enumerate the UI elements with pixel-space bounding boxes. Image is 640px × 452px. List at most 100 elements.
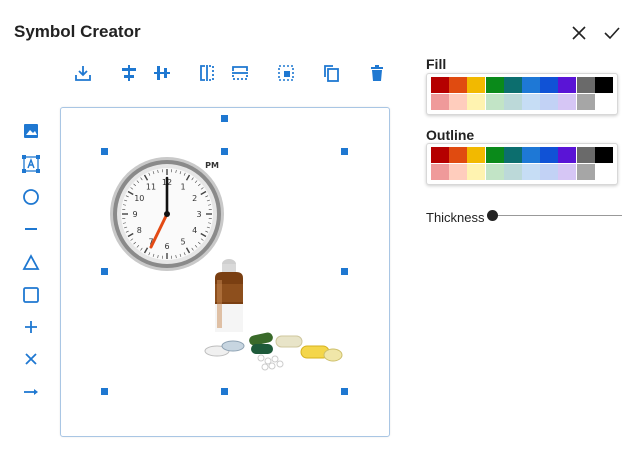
outline-color-swatch[interactable] (558, 164, 577, 180)
fill-color-swatch[interactable] (503, 94, 522, 110)
clock-medicine-image[interactable]: 121234567891011 PM (101, 148, 349, 396)
arrow-icon (24, 389, 38, 395)
clock-icon: 121234567891011 PM (110, 157, 224, 271)
outline-color-swatch[interactable] (503, 147, 522, 163)
plus-icon (25, 321, 37, 333)
fill-palette (426, 73, 618, 115)
clock-number: 6 (164, 242, 169, 251)
add-plus-tool[interactable] (19, 315, 43, 339)
add-image-tool[interactable] (19, 119, 43, 143)
close-icon (572, 26, 586, 40)
outline-color-swatch[interactable] (594, 147, 613, 163)
add-arrow-tool[interactable] (19, 380, 43, 404)
outline-color-swatch[interactable] (485, 147, 504, 163)
medicine-bottle-icon (215, 259, 243, 332)
outline-color-swatch[interactable] (485, 164, 504, 180)
align-vertical-button[interactable] (150, 61, 174, 85)
outline-color-swatch[interactable] (540, 147, 559, 163)
clock-number: 3 (196, 210, 201, 219)
outline-label: Outline (426, 127, 475, 143)
symbol-canvas[interactable]: 121234567891011 PM (60, 107, 390, 437)
outline-color-swatch[interactable] (540, 164, 559, 180)
add-line-tool[interactable] (19, 217, 43, 241)
fill-color-swatch[interactable] (467, 94, 486, 110)
cross-icon (25, 353, 37, 365)
outline-color-swatch[interactable] (431, 164, 449, 180)
flip-vertical-icon (232, 66, 248, 80)
clock-number: 10 (134, 194, 144, 203)
fill-color-swatch[interactable] (522, 77, 540, 93)
check-icon (604, 27, 620, 40)
square-icon (23, 287, 39, 303)
clock-number: 5 (180, 238, 185, 247)
outline-color-swatch[interactable] (522, 164, 540, 180)
outline-palette (426, 143, 618, 185)
clock-number: 11 (146, 182, 156, 191)
pills-icon (204, 332, 343, 371)
triangle-icon (22, 254, 40, 270)
outline-color-swatch[interactable] (467, 147, 486, 163)
fill-color-swatch[interactable] (540, 94, 559, 110)
fill-label: Fill (426, 56, 447, 72)
rotate-handle[interactable] (221, 115, 228, 122)
outline-color-swatch[interactable] (503, 164, 522, 180)
fill-color-swatch[interactable] (449, 77, 468, 93)
line-icon (25, 228, 37, 230)
fill-color-swatch[interactable] (431, 77, 449, 93)
fill-color-swatch[interactable] (576, 77, 595, 93)
fill-color-swatch[interactable] (485, 77, 504, 93)
add-square-tool[interactable] (19, 283, 43, 307)
align-horizontal-button[interactable] (117, 61, 141, 85)
thickness-slider-track[interactable] (492, 215, 622, 216)
outline-color-swatch[interactable] (467, 164, 486, 180)
add-circle-tool[interactable] (19, 185, 43, 209)
text-box-icon (22, 155, 40, 173)
fill-color-swatch[interactable] (594, 94, 613, 110)
clock-number: 4 (192, 226, 197, 235)
add-triangle-tool[interactable] (19, 251, 43, 275)
fill-color-swatch[interactable] (467, 77, 486, 93)
copy-icon (324, 65, 339, 82)
flip-horizontal-icon (200, 65, 214, 81)
outline-color-swatch[interactable] (594, 164, 613, 180)
outline-color-swatch[interactable] (558, 147, 577, 163)
group-button[interactable] (274, 61, 298, 85)
flip-vertical-button[interactable] (228, 61, 252, 85)
outline-color-swatch[interactable] (449, 147, 468, 163)
fill-color-swatch[interactable] (540, 77, 559, 93)
outline-color-swatch[interactable] (522, 147, 540, 163)
dialog-title: Symbol Creator (14, 22, 141, 41)
fill-color-swatch[interactable] (522, 94, 540, 110)
group-icon (278, 65, 294, 81)
fill-color-swatch[interactable] (485, 94, 504, 110)
delete-button[interactable] (365, 61, 389, 85)
copy-button[interactable] (319, 61, 343, 85)
image-icon (24, 124, 38, 138)
outline-color-swatch[interactable] (576, 164, 595, 180)
thickness-slider-knob[interactable] (487, 210, 498, 221)
fill-color-swatch[interactable] (449, 94, 468, 110)
close-button[interactable] (568, 22, 590, 44)
fill-color-swatch[interactable] (576, 94, 595, 110)
clock-number: 1 (180, 182, 185, 191)
fill-color-swatch[interactable] (503, 77, 522, 93)
add-cross-tool[interactable] (19, 347, 43, 371)
fill-color-swatch[interactable] (594, 77, 613, 93)
download-button[interactable] (71, 61, 95, 85)
outline-color-swatch[interactable] (449, 164, 468, 180)
clock-pm-label: PM (205, 161, 219, 170)
align-vertical-center-icon (154, 66, 170, 80)
outline-color-swatch[interactable] (431, 147, 449, 163)
fill-color-swatch[interactable] (431, 94, 449, 110)
clock-number: 9 (132, 210, 137, 219)
fill-color-swatch[interactable] (558, 94, 577, 110)
flip-horizontal-button[interactable] (195, 61, 219, 85)
add-text-tool[interactable] (19, 152, 43, 176)
clock-number: 2 (192, 194, 197, 203)
thickness-label: Thickness (426, 210, 485, 225)
clock-number: 8 (137, 226, 142, 235)
outline-color-swatch[interactable] (576, 147, 595, 163)
fill-color-swatch[interactable] (558, 77, 577, 93)
confirm-button[interactable] (601, 22, 623, 44)
align-horizontal-center-icon (122, 65, 136, 81)
